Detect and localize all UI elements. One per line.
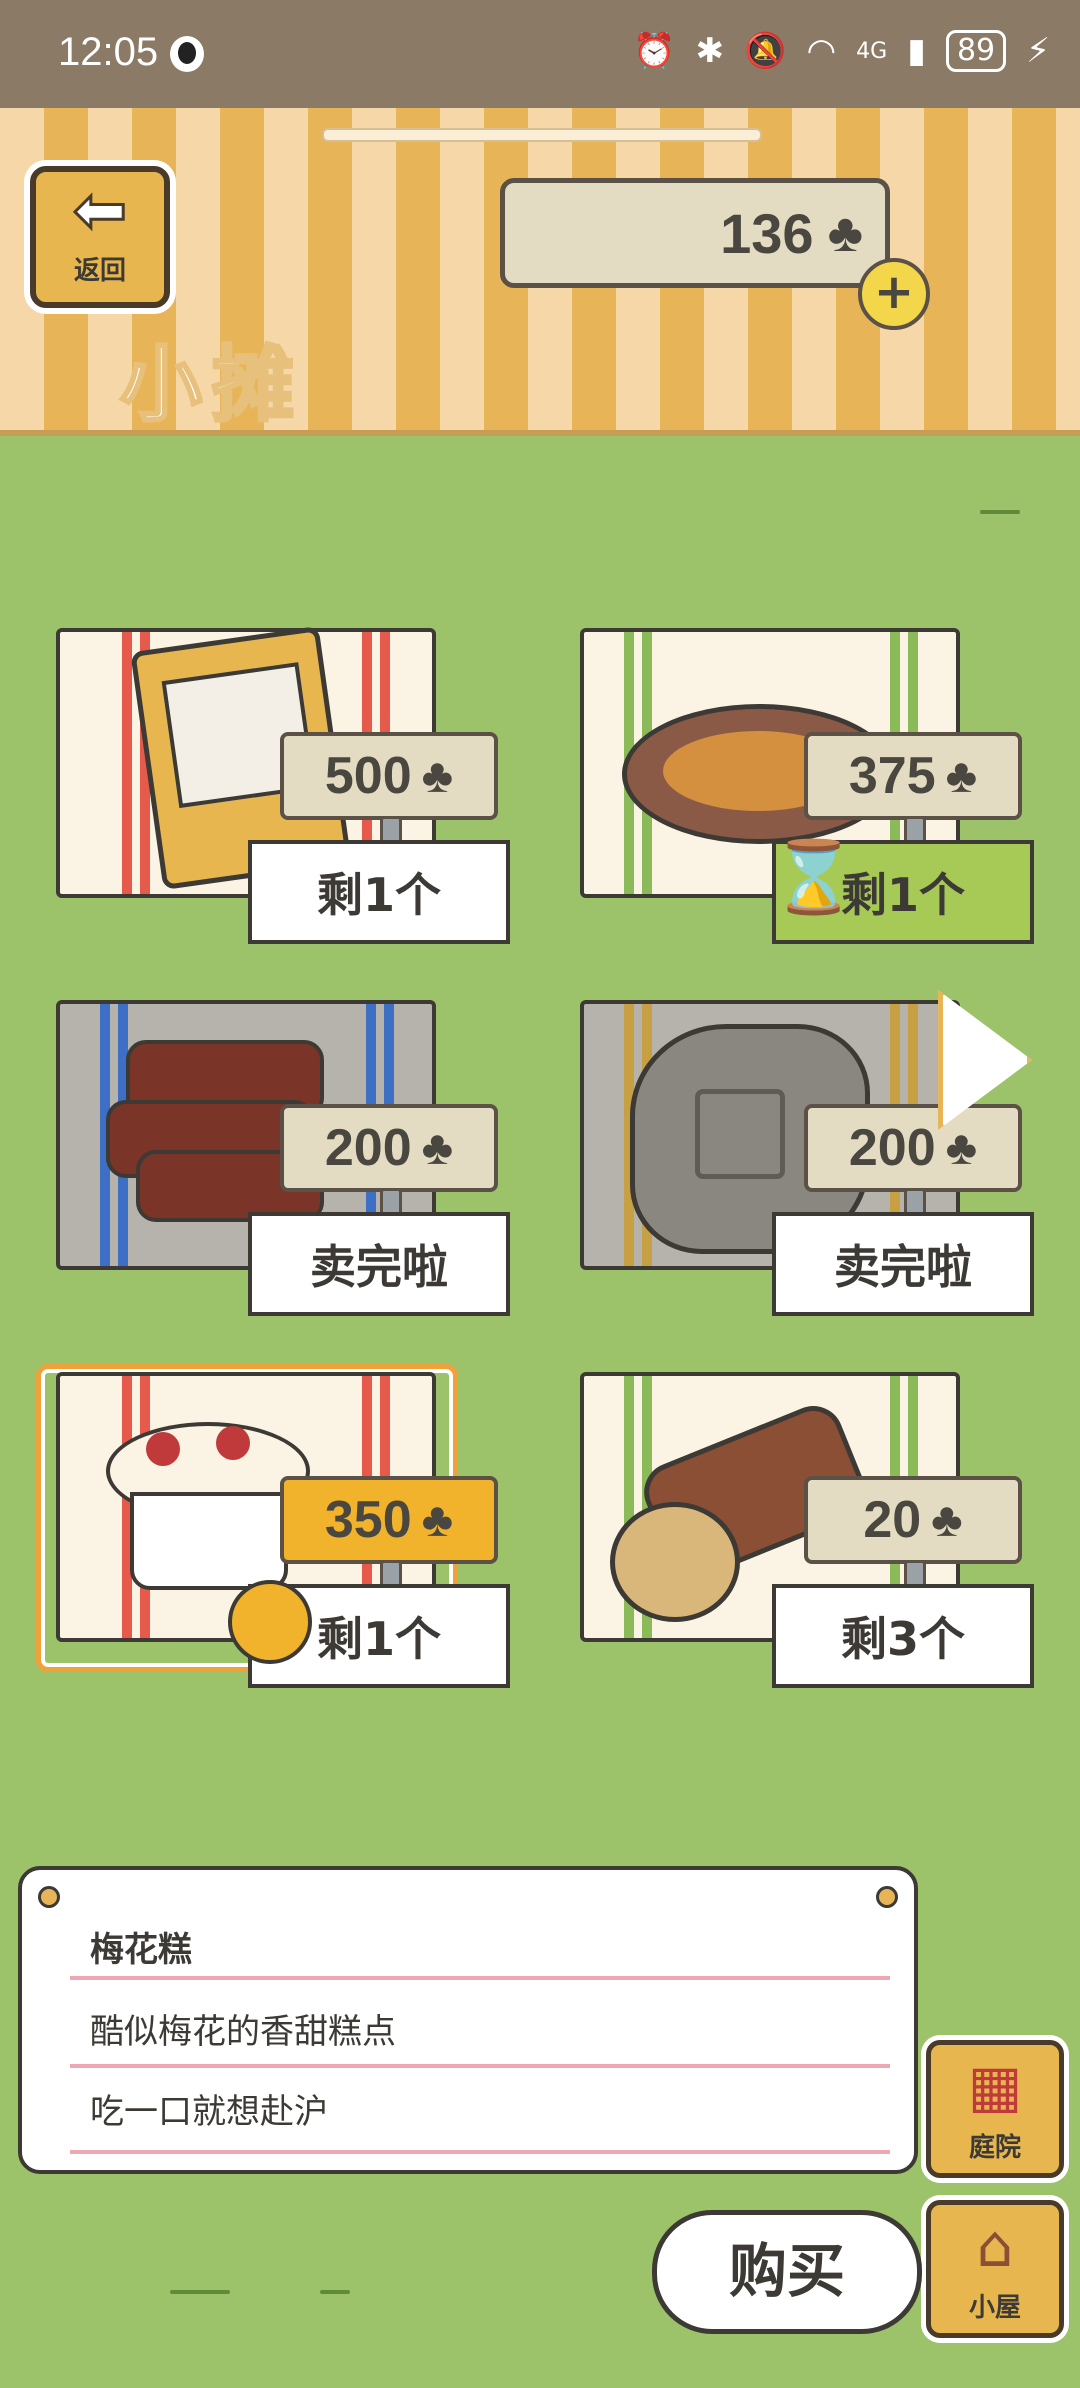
hourglass-icon: ⌛ — [770, 836, 858, 918]
quantity-label: 剩1个 — [248, 840, 510, 944]
price-value: 350 — [324, 1491, 412, 1549]
price-tag: 200 ♣ — [804, 1104, 1022, 1192]
back-arrow-icon: ⬅ — [72, 173, 129, 250]
yard-icon: ▦ — [967, 2052, 1023, 2120]
price-value: 375 — [848, 747, 936, 805]
yard-button[interactable]: ▦ 庭院 — [926, 2040, 1064, 2178]
back-button[interactable]: ⬅ 返回 — [30, 166, 170, 308]
charging-icon: ⚡ — [1026, 31, 1050, 71]
network-label: 4G — [856, 38, 888, 64]
wifi-icon: ◠ — [806, 31, 837, 71]
house-icon: ⌂ — [976, 2212, 1014, 2280]
price-tag: 200 ♣ — [280, 1104, 498, 1192]
item-name: 梅花糕 — [90, 1930, 192, 1970]
add-clover-button[interactable]: + — [858, 258, 930, 330]
page-title: 小摊 — [118, 337, 305, 435]
price-value: 200 — [848, 1119, 936, 1177]
clover-balance: 136 ♣ — [500, 178, 890, 288]
item-description-line: 吃一口就想赴沪 — [90, 2092, 328, 2132]
signal-icon: ▮ — [907, 31, 926, 71]
yard-label: 庭院 — [968, 2133, 1021, 2163]
price-tag: 20 ♣ — [804, 1476, 1022, 1564]
clover-count: 136 — [720, 201, 814, 265]
price-tag: 375 ♣ — [804, 732, 1022, 820]
back-label: 返回 — [73, 256, 126, 286]
sold-out-label: 卖完啦 — [772, 1212, 1034, 1316]
price-tag: 350 ♣ — [280, 1476, 498, 1564]
grass-mark — [170, 2290, 230, 2294]
clover-icon: ♣ — [421, 1493, 454, 1547]
alarm-icon: ⏰ — [633, 31, 676, 71]
house-label: 小屋 — [968, 2293, 1021, 2323]
item-description-panel: 梅花糕 酷似梅花的香甜糕点 吃一口就想赴沪 — [18, 1866, 918, 2174]
status-time: 12:05 — [58, 30, 159, 74]
clover-icon: ♣ — [421, 1121, 454, 1175]
sold-out-label: 卖完啦 — [248, 1212, 510, 1316]
grass-mark — [980, 510, 1020, 514]
clover-icon: ♣ — [827, 203, 863, 263]
mute-icon: 🔕 — [744, 31, 787, 71]
pin-icon — [38, 1886, 60, 1908]
mat-stripe — [122, 632, 132, 894]
buy-button[interactable]: 购买 — [652, 2210, 922, 2334]
price-value: 200 — [324, 1119, 412, 1177]
price-tag: 500 ♣ — [280, 732, 498, 820]
status-bar: 12:05 ⏰ ✱ 🔕 ◠ 4G ▮ 89 ⚡ — [0, 0, 1080, 108]
item-description-line: 酷似梅花的香甜糕点 — [90, 2012, 396, 2052]
shop-item-log[interactable]: 20 ♣ 剩3个 — [560, 1372, 1034, 1688]
plum-cake-icon — [106, 1412, 310, 1592]
clover-icon: ♣ — [421, 749, 454, 803]
grass-mark — [320, 2290, 350, 2294]
clover-icon: ♣ — [945, 749, 978, 803]
quantity-label: 剩3个 — [772, 1584, 1034, 1688]
announcement-horn-icon — [228, 1580, 312, 1664]
grab-handle — [322, 128, 762, 142]
divider — [70, 2150, 890, 2154]
clover-icon: ♣ — [931, 1493, 963, 1547]
shop-item-catalog[interactable]: 500 ♣ 剩1个 — [36, 625, 510, 944]
qq-icon — [170, 36, 204, 72]
status-icons: ⏰ ✱ 🔕 ◠ 4G ▮ 89 ⚡ — [633, 30, 1050, 72]
divider — [70, 2064, 890, 2068]
bluetooth-icon: ✱ — [695, 31, 725, 71]
battery-indicator: 89 — [945, 30, 1007, 72]
shop-header: ⬅ 返回 136 ♣ + 小摊 — [0, 108, 1080, 436]
clover-icon: ♣ — [945, 1121, 978, 1175]
shop-item-stone[interactable]: 200 ♣ 卖完啦 — [560, 1000, 1034, 1316]
price-value: 20 — [863, 1491, 922, 1549]
house-button[interactable]: ⌂ 小屋 — [926, 2200, 1064, 2338]
shop-item-wood-logs[interactable]: 200 ♣ 卖完啦 — [36, 1000, 510, 1316]
price-value: 500 — [324, 747, 412, 805]
divider — [70, 1976, 890, 1980]
pin-icon — [876, 1886, 898, 1908]
